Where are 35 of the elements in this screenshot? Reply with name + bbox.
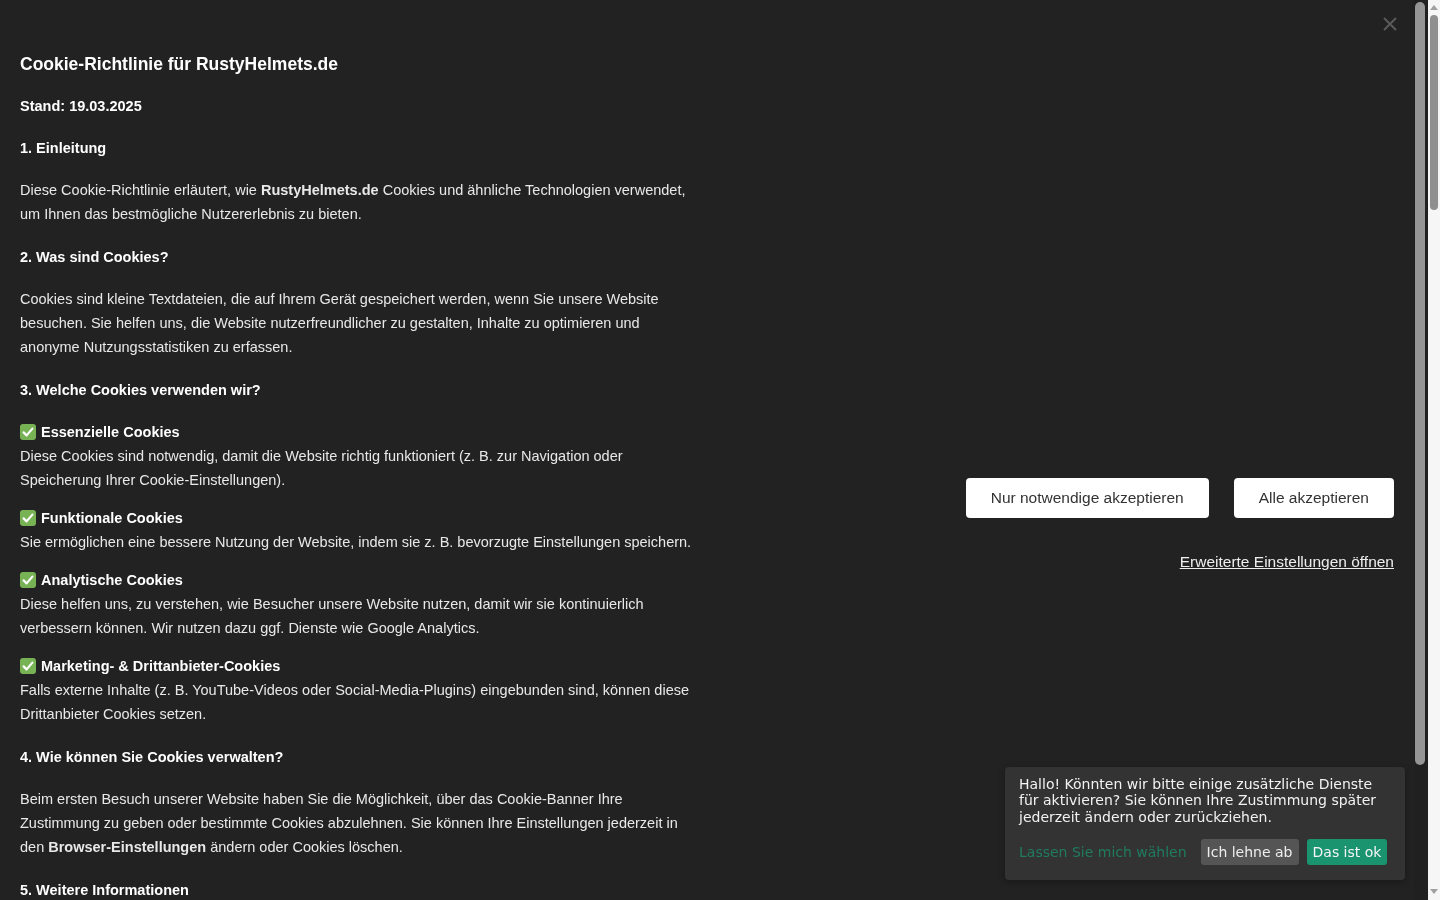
close-icon xyxy=(1383,17,1397,31)
check-mark-icon xyxy=(20,424,36,440)
check-mark-icon xyxy=(20,572,36,588)
cookie-type-description: Sie ermöglichen eine bessere Nutzung der Website, indem sie z. B. bevorzugte Einstellungen speichern. xyxy=(20,533,693,552)
section-heading: 2. Was sind Cookies? xyxy=(20,248,170,267)
section-heading: 4. Wie können Sie Cookies verwalten? xyxy=(20,748,285,767)
scrollbar[interactable] xyxy=(1428,0,1440,900)
cookie-type-title: Essenzielle Cookies xyxy=(41,423,180,442)
check-mark-icon xyxy=(20,658,36,674)
settings-link[interactable]: Erweiterte Einstellungen öffnen xyxy=(1179,552,1394,572)
scrollbar-thumb[interactable] xyxy=(1430,15,1438,210)
cookie-type-title: Analytische Cookies xyxy=(41,571,183,590)
cookie-type-description: Falls externe Inhalte (z. B. YouTube-Videos oder Social-Media-Plugins) eingebunden sind, können diese Drittanbieter Cookies setzen. xyxy=(20,681,691,724)
consent-message: Hallo! Könnten wir bitte einige zusätzliche Dienste für aktivieren? Sie können Ihre Zustimmung später jederzeit ändern oder zurückziehen. xyxy=(1019,775,1377,825)
accept-cookies-button[interactable]: Alle akzeptieren xyxy=(1233,478,1394,518)
scrollbar-thumb[interactable] xyxy=(1415,2,1425,765)
close-button[interactable] xyxy=(1383,17,1397,31)
paragraph: Beim ersten Besuch unserer Website haben Sie die Möglichkeit, über das Cookie-Banner Ihre Zustimmung zu geben oder bestimmte Cookies abzulehnen. Sie können Ihre Einstellungen jederzeit in den Browser-Einstellungen ändern oder Cookies löschen. xyxy=(20,790,679,857)
cookie-type-title: Marketing- & Drittanbieter-Cookies xyxy=(41,657,281,676)
paragraph: Cookies sind kleine Textdateien, die auf Ihrem Gerät gespeichert werden, wenn Sie unsere Website besuchen. Sie helfen uns, die Website nutzerfreundlicher zu gestalten, Inhalte zu optimieren und anonyme Nutzungsstatistiken zu erfassen. xyxy=(20,290,660,357)
date-text: Stand: 19.03.2025 xyxy=(20,97,143,116)
section-heading: 1. Einleitung xyxy=(20,139,108,158)
cookie-type-description: Diese helfen uns, zu verstehen, wie Besucher unsere Website nutzen, damit wir sie kontinuierlich verbessern können. Wir nutzen dazu ggf. Dienste wie Google Analytics. xyxy=(20,595,645,638)
accept-cookies-button[interactable]: Nur notwendige akzeptieren xyxy=(965,478,1209,518)
section-heading: 3. Welche Cookies verwenden wir? xyxy=(20,381,262,400)
page-title: Cookie-Richtlinie für RustyHelmets.de xyxy=(20,53,339,76)
decline-button[interactable]: Ich lehne ab xyxy=(1200,839,1299,865)
section-heading: 5. Weitere Informationen xyxy=(20,881,190,900)
scroll-up-arrow-icon[interactable] xyxy=(1430,5,1438,10)
scroll-down-arrow-icon[interactable] xyxy=(1430,889,1438,894)
cookie-type-description: Diese Cookies sind notwendig, damit die Website richtig funktioniert (z. B. zur Navigation oder Speicherung Ihrer Cookie-Einstellungen). xyxy=(20,447,624,490)
paragraph: Diese Cookie-Richtlinie erläutert, wie RustyHelmets.de Cookies und ähnliche Technologien verwendet, um Ihnen das bestmögliche Nutzererlebnis zu bieten. xyxy=(20,181,687,224)
accept-button[interactable]: Das ist ok xyxy=(1306,839,1388,865)
check-mark-icon xyxy=(20,510,36,526)
cookie-type-title: Funktionale Cookies xyxy=(41,509,183,528)
